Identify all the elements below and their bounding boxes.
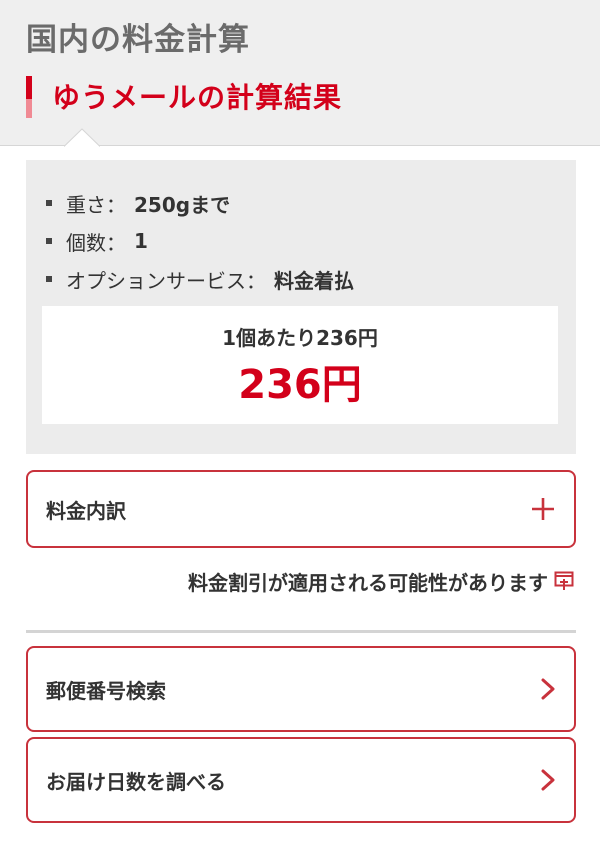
summary-label: 個数： [66,230,126,255]
postal-code-search-link[interactable]: 郵便番号検索 [26,646,576,732]
summary-list: 重さ： 250gまで 個数： 1 オプションサービス： 料金着払 [46,184,354,298]
page-header: 国内の料金計算 ゆうメールの計算結果 [0,0,600,147]
summary-value: 料金着払 [274,268,354,293]
chevron-right-icon [541,678,555,700]
price-card: 1個あたり236円 236円 [42,306,558,424]
summary-item-option: オプションサービス： 料金着払 [46,260,354,298]
section-title: ゆうメールの計算結果 [52,81,343,114]
section-accent-bar [26,76,32,118]
summary-item-quantity: 個数： 1 [46,222,354,260]
bullet-icon [46,276,52,282]
plus-icon [532,498,554,520]
summary-value: 1 [134,229,148,253]
bullet-icon [46,200,52,206]
fee-breakdown-toggle[interactable]: 料金内訳 [26,470,576,548]
postal-code-search-label: 郵便番号検索 [46,678,166,703]
summary-label: 重さ： [66,192,126,217]
summary-item-weight: 重さ： 250gまで [46,184,354,222]
delivery-days-label: お届け日数を調べる [46,769,226,794]
chevron-right-icon [541,769,555,791]
delivery-days-link[interactable]: お届け日数を調べる [26,737,576,823]
summary-value: 250gまで [134,192,231,217]
bullet-icon [46,238,52,244]
total-price: 236円 [238,362,362,408]
page-title: 国内の料金計算 [26,22,250,58]
section-divider [26,630,576,633]
fee-breakdown-label: 料金内訳 [46,498,126,523]
per-unit-price: 1個あたり236円 [222,326,378,350]
header-notch [64,128,100,147]
external-window-icon [554,571,574,591]
discount-note-text: 料金割引が適用される可能性があります [188,570,548,595]
discount-note-link[interactable]: 料金割引が適用される可能性があります [188,566,574,596]
summary-label: オプションサービス： [66,268,266,293]
result-summary-panel: 重さ： 250gまで 個数： 1 オプションサービス： 料金着払 1個あたり23… [26,160,576,454]
